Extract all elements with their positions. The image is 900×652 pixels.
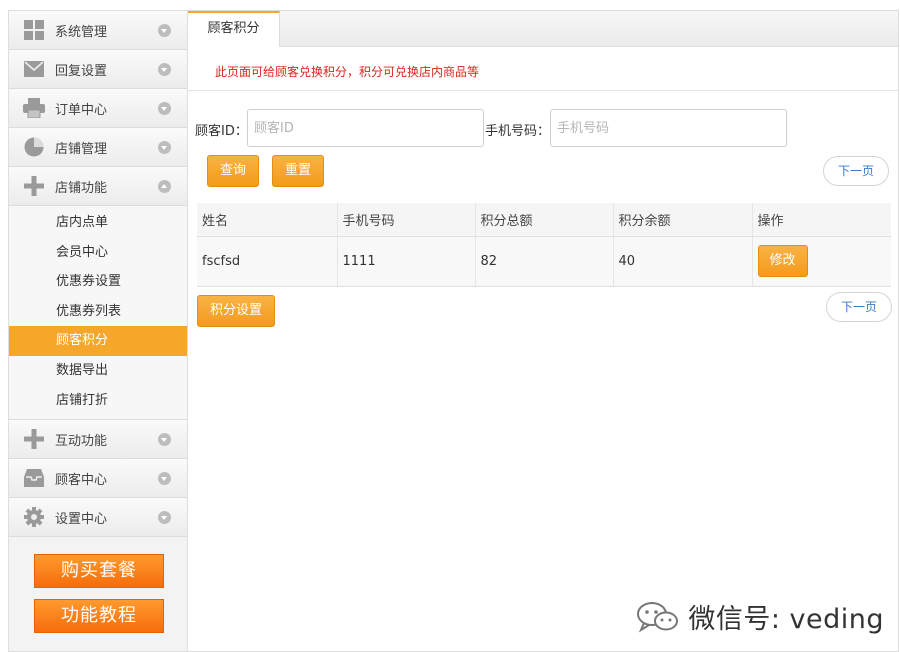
cell-action: 修改 <box>752 236 891 287</box>
customer-id-input[interactable] <box>247 109 484 147</box>
sidebar: 系统管理 回复设置 订单中心 店铺管理 店铺功能 店内点单 会员中心 优惠券设置… <box>8 10 187 652</box>
menu-item-store[interactable]: 店铺管理 <box>9 128 187 167</box>
tutorial-button[interactable]: 功能教程 <box>34 599 164 633</box>
chevron-down-icon <box>158 23 171 37</box>
next-page-button-bottom[interactable]: 下一页 <box>826 292 892 322</box>
page-notice: 此页面可给顾客兑换积分，积分可兑换店内商品等 <box>215 65 480 79</box>
column-header: 积分总额 <box>475 203 614 237</box>
chevron-down-icon <box>158 432 171 446</box>
menu-label: 设置中心 <box>55 511 108 527</box>
cell-name: fscfsd <box>197 236 338 287</box>
chevron-down-icon <box>158 101 171 115</box>
cell-balance-points: 40 <box>613 236 753 287</box>
submenu-item[interactable]: 店铺打折 <box>9 386 187 416</box>
menu-item-reply[interactable]: 回复设置 <box>9 50 187 89</box>
envelope-icon <box>23 58 45 80</box>
chevron-down-icon <box>158 62 171 76</box>
main-panel: 顾客积分 此页面可给顾客兑换积分，积分可兑换店内商品等 顾客ID： 手机号码： … <box>187 10 899 652</box>
watermark-text: 微信号: veding <box>688 604 884 635</box>
chevron-down-icon <box>158 471 171 485</box>
plus-icon <box>23 175 45 197</box>
submenu-store-features: 店内点单 会员中心 优惠券设置 优惠券列表 顾客积分 数据导出 店铺打折 <box>9 206 187 421</box>
column-header: 姓名 <box>197 203 338 237</box>
buy-package-button[interactable]: 购买套餐 <box>34 554 164 588</box>
printer-icon <box>23 97 45 119</box>
tab-bar: 顾客积分 <box>188 11 898 47</box>
submenu-item[interactable]: 店内点单 <box>9 208 187 238</box>
menu-label: 回复设置 <box>55 63 108 79</box>
submenu-item[interactable]: 会员中心 <box>9 238 187 268</box>
cell-total-points: 82 <box>475 236 614 287</box>
table-row: fscfsd 1111 82 40 修改 <box>197 236 891 287</box>
menu-label: 互动功能 <box>55 433 108 449</box>
menu-label: 店铺管理 <box>55 141 108 157</box>
column-header: 积分余额 <box>613 203 753 237</box>
plus-icon <box>23 428 45 450</box>
query-button[interactable]: 查询 <box>207 155 259 187</box>
chevron-up-icon <box>158 179 171 193</box>
phone-input[interactable] <box>550 109 787 147</box>
table-header-row: 姓名 手机号码 积分总额 积分余额 操作 <box>197 203 891 237</box>
phone-label: 手机号码： <box>485 124 551 139</box>
divider <box>188 90 898 91</box>
menu-label: 订单中心 <box>55 102 108 118</box>
menu-item-customers[interactable]: 顾客中心 <box>9 459 187 499</box>
wechat-icon <box>636 600 680 634</box>
menu-label: 顾客中心 <box>55 472 108 488</box>
chevron-down-icon <box>158 140 171 154</box>
points-settings-button[interactable]: 积分设置 <box>197 295 275 327</box>
menu-item-store-features[interactable]: 店铺功能 <box>9 167 187 206</box>
submenu-item[interactable]: 优惠券列表 <box>9 297 187 327</box>
menu-item-system[interactable]: 系统管理 <box>9 11 187 50</box>
next-page-button[interactable]: 下一页 <box>823 156 889 186</box>
submenu-item[interactable]: 优惠券设置 <box>9 267 187 297</box>
pie-chart-icon <box>23 136 45 158</box>
column-header: 手机号码 <box>337 203 476 237</box>
submenu-item-active[interactable]: 顾客积分 <box>9 326 187 356</box>
gear-icon <box>23 506 45 528</box>
customer-id-label: 顾客ID： <box>195 124 248 139</box>
tab-customer-points[interactable]: 顾客积分 <box>188 11 280 47</box>
menu-item-interactive[interactable]: 互动功能 <box>9 420 187 460</box>
edit-button[interactable]: 修改 <box>757 245 808 277</box>
menu-label: 系统管理 <box>55 24 108 40</box>
column-header: 操作 <box>752 203 891 237</box>
inbox-icon <box>23 467 45 489</box>
points-table: 姓名 手机号码 积分总额 积分余额 操作 fscfsd 1111 82 40 修… <box>197 203 891 287</box>
submenu-item[interactable]: 数据导出 <box>9 356 187 386</box>
cell-phone: 1111 <box>337 236 476 287</box>
watermark: 微信号: veding <box>636 597 884 636</box>
menu-item-orders[interactable]: 订单中心 <box>9 89 187 128</box>
menu-item-settings[interactable]: 设置中心 <box>9 498 187 538</box>
menu-label: 店铺功能 <box>55 180 108 196</box>
reset-button[interactable]: 重置 <box>272 155 324 187</box>
grid-icon <box>23 19 45 41</box>
chevron-down-icon <box>158 510 171 524</box>
